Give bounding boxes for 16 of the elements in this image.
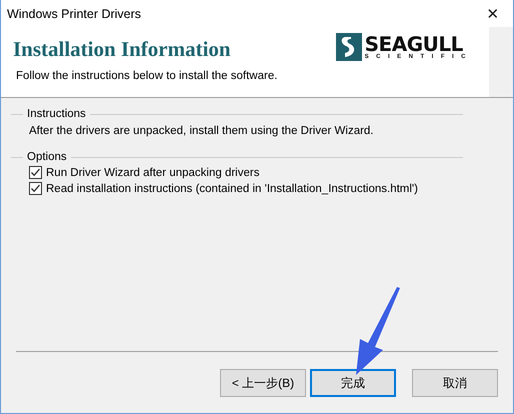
dialog-button[interactable]: < 上一步(B)	[220, 369, 306, 397]
group-label: Instructions	[11, 108, 86, 120]
page-subtitle: Follow the instructions below to install the software.	[16, 70, 278, 82]
logo-name: SEAGULL	[364, 34, 463, 54]
dialog-button[interactable]: 完成	[310, 369, 396, 397]
option-checkbox[interactable]: Read installation instructions (contained in 'Installation_Instructions.html')	[29, 182, 463, 195]
check-icon	[30, 167, 41, 178]
logo-icon	[336, 33, 362, 61]
dialog-button[interactable]: 取消	[412, 369, 498, 397]
group-label: Options	[11, 151, 67, 163]
window-title: Windows Printer Drivers	[7, 6, 142, 20]
option-checkbox[interactable]: Run Driver Wizard after unpacking drivers	[29, 166, 463, 179]
close-button[interactable]: ✕	[473, 0, 513, 27]
check-icon	[30, 183, 41, 194]
page-title: Installation Information	[13, 37, 231, 62]
instructions-text: After the drivers are unpacked, install them using the Driver Wizard.	[29, 125, 375, 137]
